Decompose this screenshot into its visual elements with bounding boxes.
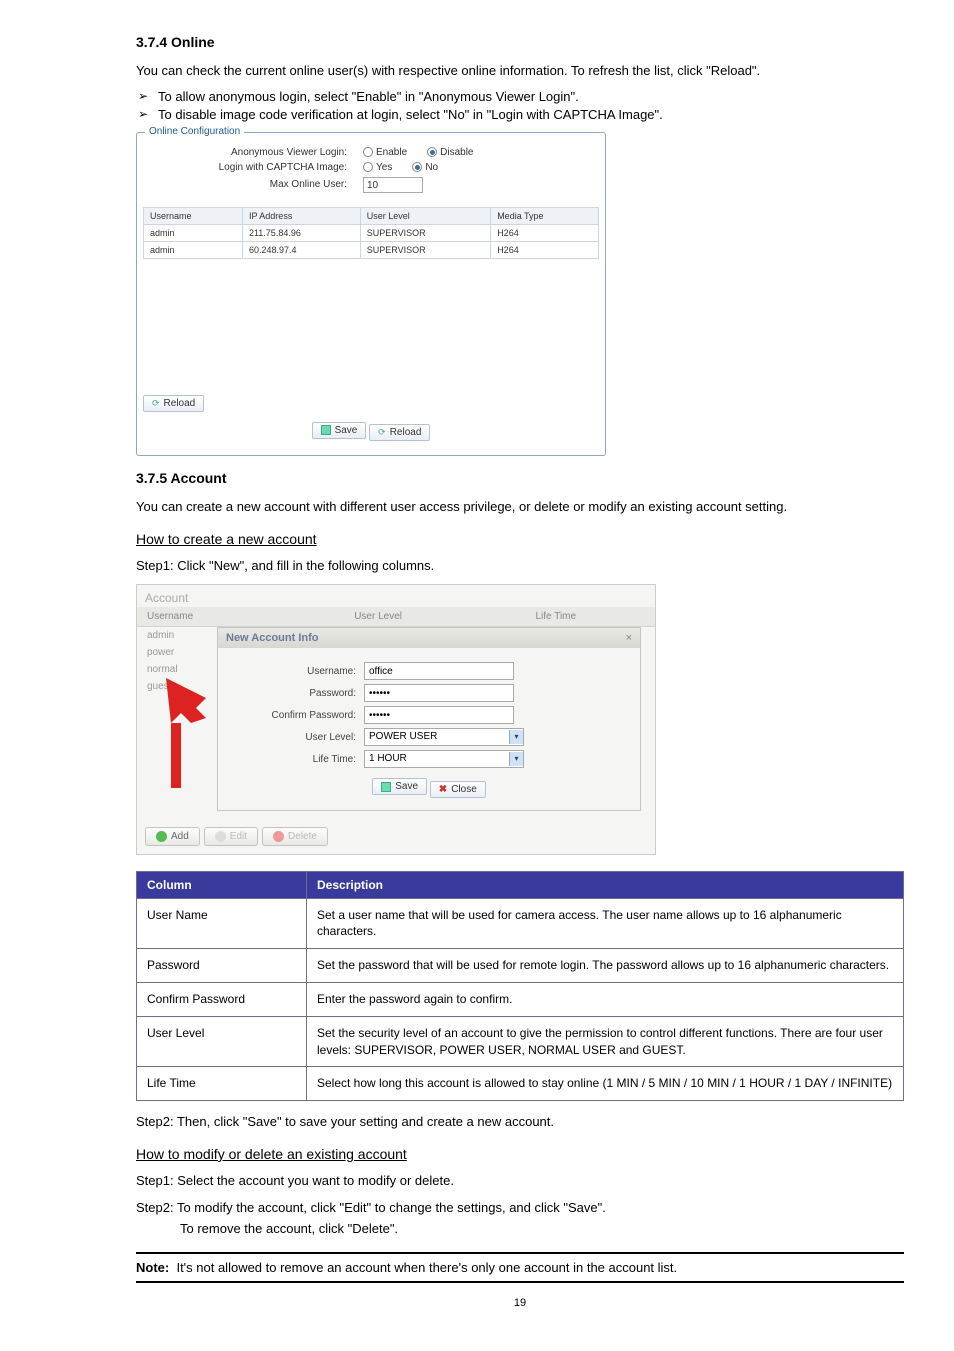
table-row: Life TimeSelect how long this account is… (137, 1067, 904, 1101)
button-label: Delete (288, 831, 317, 842)
col-mediatype: Media Type (491, 207, 599, 224)
col-lifetime: Life Time (525, 607, 655, 627)
modal-title: New Account Info (226, 632, 318, 644)
close-icon[interactable]: × (626, 632, 632, 644)
reload-button-2[interactable]: ⟳ Reload (369, 424, 430, 441)
life-time-select[interactable]: 1 HOUR▾ (364, 750, 524, 768)
step2-text: Step2: Then, click "Save" to save your s… (136, 1113, 904, 1132)
button-label: Add (171, 831, 189, 842)
username-input[interactable]: office (364, 662, 514, 680)
modify-step2a: Step2: To modify the account, click "Edi… (136, 1199, 904, 1218)
howto-modify-heading: How to modify or delete an existing acco… (136, 1146, 904, 1162)
close-icon: ✖ (439, 784, 447, 795)
radio-label: Disable (440, 147, 473, 158)
bullet-item: To allow anonymous login, select "Enable… (136, 89, 904, 104)
user-level-label: User Level: (234, 732, 364, 743)
button-label: Reload (164, 398, 196, 409)
reload-icon: ⟳ (378, 427, 386, 438)
radio-label: No (425, 162, 438, 173)
captcha-label: Login with CAPTCHA Image: (195, 162, 355, 173)
radio-label: Yes (376, 162, 392, 173)
anon-enable-radio[interactable]: Enable (363, 147, 407, 158)
new-account-modal: New Account Info × Username:office Passw… (217, 627, 641, 811)
modal-save-button[interactable]: Save (372, 778, 427, 795)
chevron-down-icon: ▾ (509, 752, 523, 766)
note-box: Note: It's not allowed to remove an acco… (136, 1252, 904, 1283)
pencil-icon (215, 831, 226, 842)
button-label: Save (395, 781, 418, 792)
fieldset-legend: Online Configuration (145, 126, 244, 137)
reload-button[interactable]: ⟳ Reload (143, 395, 204, 412)
anon-login-label: Anonymous Viewer Login: (195, 147, 355, 158)
max-online-label: Max Online User: (195, 179, 355, 190)
anon-disable-radio[interactable]: Disable (427, 147, 473, 158)
section-375-title: 3.7.5 Account (136, 470, 904, 486)
button-label: Reload (390, 427, 422, 438)
col-username: Username (137, 607, 344, 627)
modify-step2b: To remove the account, click "Delete". (136, 1220, 904, 1239)
reload-icon: ⟳ (152, 398, 160, 409)
minus-icon (273, 831, 284, 842)
col-username: Username (144, 207, 243, 224)
password-label: Password: (234, 688, 364, 699)
add-button[interactable]: Add (145, 827, 200, 846)
col-userlevel: User Level (360, 207, 490, 224)
save-button[interactable]: Save (312, 422, 367, 439)
callout-arrow (146, 668, 226, 801)
password-input[interactable]: •••••• (364, 684, 514, 702)
page-number: 19 (136, 1297, 904, 1309)
howto-create-heading: How to create a new account (136, 531, 904, 547)
disk-icon (381, 782, 391, 792)
captcha-no-radio[interactable]: No (412, 162, 438, 173)
note-text: It's not allowed to remove an account wh… (176, 1260, 677, 1275)
life-time-label: Life Time: (234, 754, 364, 765)
col-ip: IP Address (242, 207, 360, 224)
account-panel: Account Username User Level Life Time ad… (136, 584, 656, 855)
online-users-table: Username IP Address User Level Media Typ… (143, 207, 599, 259)
disk-icon (321, 425, 331, 435)
bullet-item: To disable image code verification at lo… (136, 107, 904, 122)
online-config-panel: Online Configuration Anonymous Viewer Lo… (136, 132, 606, 457)
edit-button[interactable]: Edit (204, 827, 258, 846)
col-userlevel: User Level (344, 607, 525, 627)
table-row[interactable]: admin 60.248.97.4 SUPERVISOR H264 (144, 241, 599, 258)
delete-button[interactable]: Delete (262, 827, 328, 846)
column-description-table: Column Description User NameSet a user n… (136, 871, 904, 1102)
table-row: Confirm PasswordEnter the password again… (137, 982, 904, 1016)
plus-icon (156, 831, 167, 842)
chevron-down-icon: ▾ (509, 730, 523, 744)
user-level-select[interactable]: POWER USER▾ (364, 728, 524, 746)
table-row[interactable]: admin 211.75.84.96 SUPERVISOR H264 (144, 224, 599, 241)
confirm-password-input[interactable]: •••••• (364, 706, 514, 724)
desc-header-column: Column (137, 871, 307, 898)
button-label: Close (451, 784, 477, 795)
max-online-input[interactable]: 10 (363, 177, 423, 193)
button-label: Edit (230, 831, 247, 842)
step1-text: Step1: Click "New", and fill in the foll… (136, 557, 904, 576)
confirm-password-label: Confirm Password: (234, 710, 364, 721)
account-panel-title: Account (137, 585, 655, 607)
radio-label: Enable (376, 147, 407, 158)
button-label: Save (335, 425, 358, 436)
section-374-bullets: To allow anonymous login, select "Enable… (136, 89, 904, 122)
table-row: User NameSet a user name that will be us… (137, 898, 904, 949)
username-label: Username: (234, 666, 364, 677)
section-374-intro: You can check the current online user(s)… (136, 62, 904, 81)
section-374-title: 3.7.4 Online (136, 34, 904, 50)
table-row: User LevelSet the security level of an a… (137, 1016, 904, 1067)
modal-close-button[interactable]: ✖ Close (430, 781, 486, 798)
note-label: Note: (136, 1260, 169, 1275)
table-row: PasswordSet the password that will be us… (137, 949, 904, 983)
section-375-intro: You can create a new account with differ… (136, 498, 904, 517)
desc-header-description: Description (307, 871, 904, 898)
captcha-yes-radio[interactable]: Yes (363, 162, 392, 173)
modify-step1: Step1: Select the account you want to mo… (136, 1172, 904, 1191)
